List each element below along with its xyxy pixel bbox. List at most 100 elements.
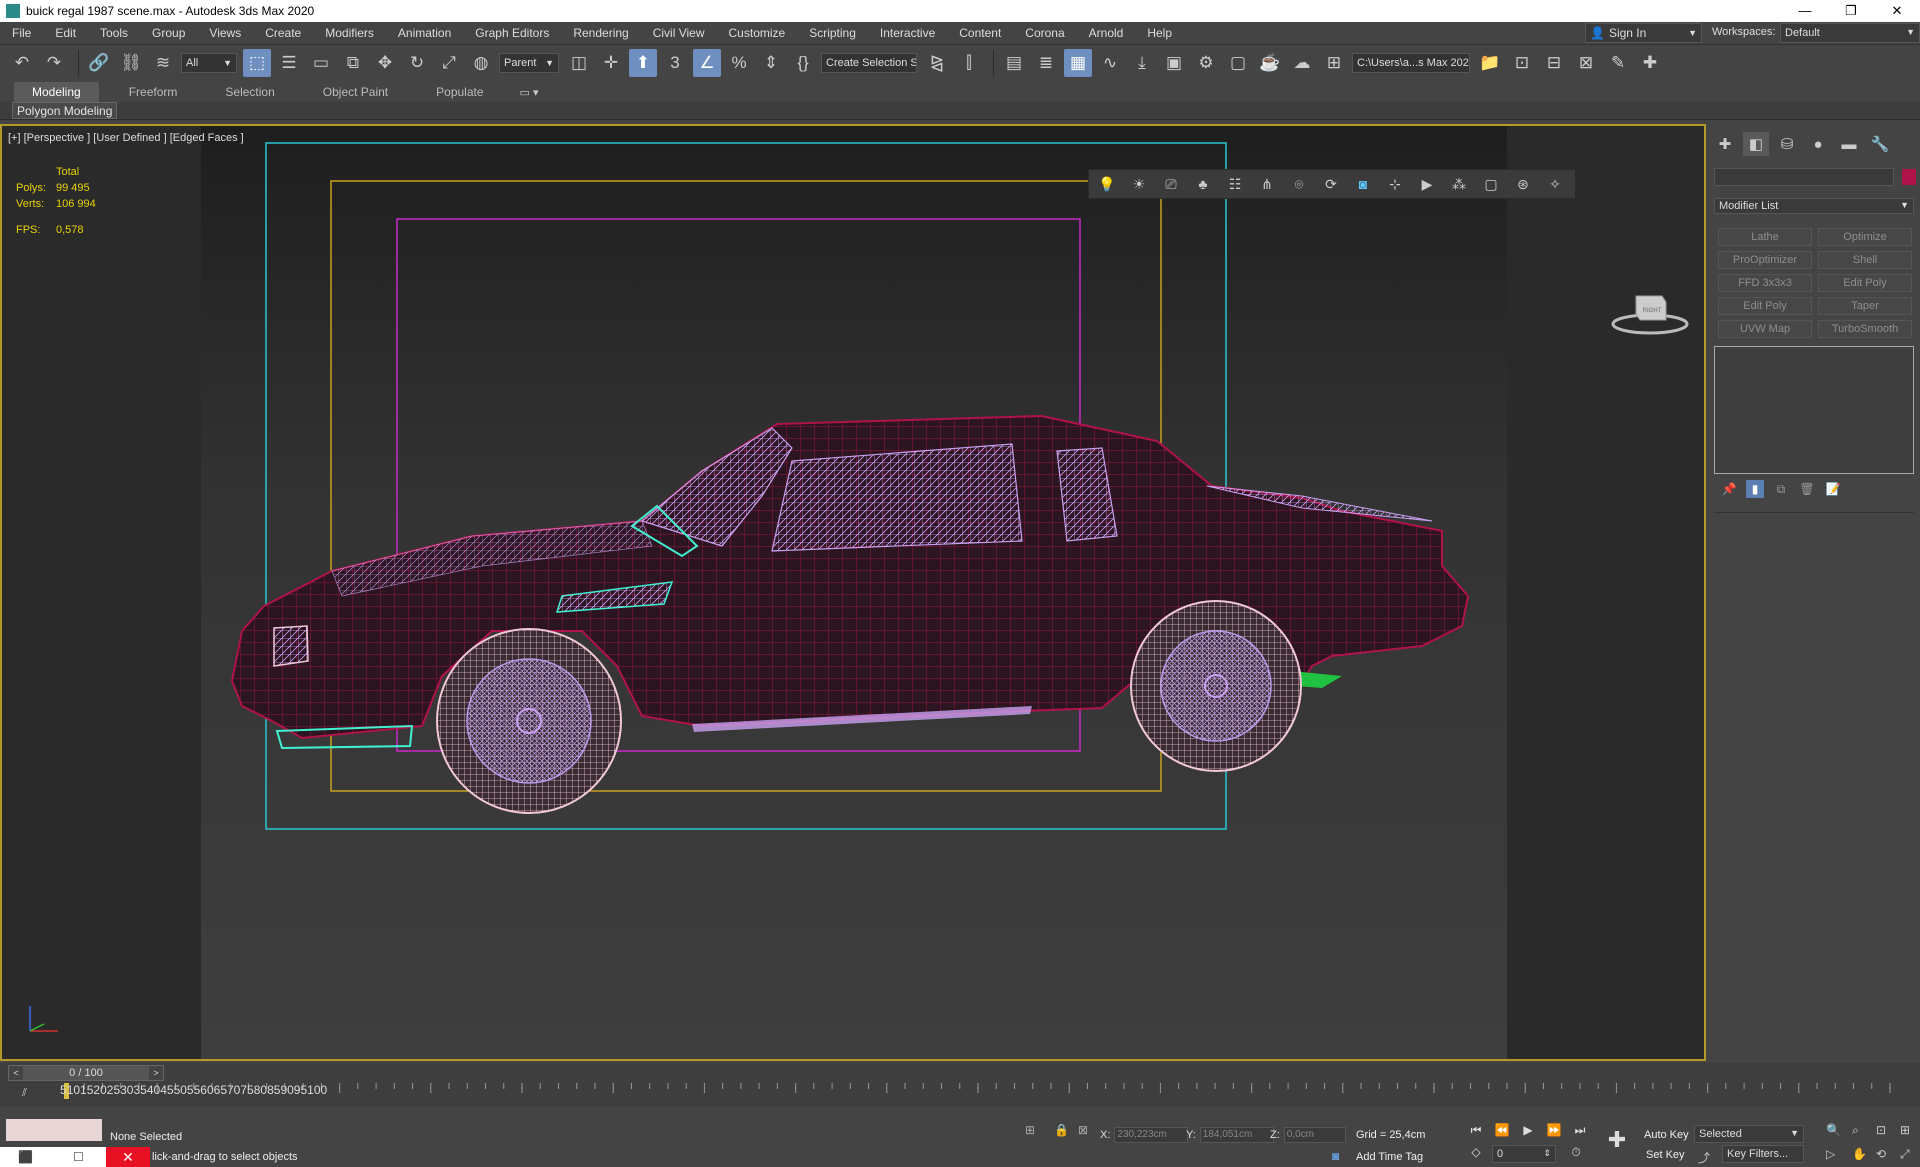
ribbon-tab-freeform[interactable]: Freeform bbox=[111, 82, 196, 102]
maximize-button[interactable]: ❐ bbox=[1828, 3, 1874, 19]
modifier-button-edit-poly[interactable]: Edit Poly bbox=[1718, 297, 1812, 315]
modifier-button-uvw-map[interactable]: UVW Map bbox=[1718, 320, 1812, 338]
lightbulb-toggle-icon[interactable]: ✧ bbox=[1543, 172, 1567, 196]
object-color-swatch[interactable] bbox=[1902, 169, 1916, 185]
window-crossing-icon[interactable]: ⧉ bbox=[339, 49, 367, 77]
angle-snap-icon[interactable]: ∠ bbox=[693, 48, 721, 77]
select-and-move-icon[interactable]: ✥ bbox=[371, 49, 399, 77]
add-icon[interactable]: ✚ bbox=[1636, 49, 1664, 77]
x-value[interactable]: 230,223cm bbox=[1114, 1127, 1189, 1143]
zoom-extents-icon[interactable]: ⊡ bbox=[1876, 1123, 1886, 1137]
current-frame-field[interactable]: 0 ⇕ bbox=[1492, 1145, 1556, 1163]
select-and-rotate-icon[interactable]: ↻ bbox=[403, 49, 431, 77]
time-tag-icon[interactable]: ◙ bbox=[1332, 1149, 1339, 1163]
go-to-end-icon[interactable]: ⏭ bbox=[1570, 1123, 1590, 1141]
menu-modifiers[interactable]: Modifiers bbox=[313, 26, 386, 40]
modifier-button-shell[interactable]: Shell bbox=[1818, 251, 1912, 269]
pivot-center-icon[interactable]: ◫ bbox=[565, 49, 593, 77]
camera-icon[interactable]: ⎚ bbox=[1159, 172, 1183, 196]
edit-named-selection-icon[interactable]: {} bbox=[789, 49, 817, 77]
polygon-modeling-tab[interactable]: Polygon Modeling bbox=[12, 102, 118, 119]
sign-in-dropdown[interactable]: 👤 Sign In ▼ bbox=[1585, 23, 1702, 43]
minimize-button[interactable]: — bbox=[1782, 3, 1828, 19]
perspective-viewport[interactable]: [+] [Perspective ] [User Defined ] [Edge… bbox=[0, 124, 1706, 1061]
undo-icon[interactable]: ↶ bbox=[8, 49, 36, 77]
ribbon-toggle-icon[interactable]: ▦ bbox=[1064, 48, 1092, 77]
snaps-toggle-icon[interactable]: 3 bbox=[661, 49, 689, 77]
ribbon-tab-object-paint[interactable]: Object Paint bbox=[305, 82, 406, 102]
menu-rendering[interactable]: Rendering bbox=[561, 26, 640, 40]
open-container-icon[interactable]: ⊟ bbox=[1540, 49, 1568, 77]
default-in-out-tangent-icon[interactable]: ⤴ bbox=[1698, 1149, 1710, 1166]
modify-tab-icon[interactable]: ◧ bbox=[1743, 132, 1769, 156]
rotate-icon[interactable]: ⟳ bbox=[1319, 172, 1343, 196]
brush-icon[interactable]: ✎ bbox=[1604, 49, 1632, 77]
menu-corona[interactable]: Corona bbox=[1013, 26, 1076, 40]
modifier-button-prooptimizer[interactable]: ProOptimizer bbox=[1718, 251, 1812, 269]
field-of-view-icon[interactable]: ▷ bbox=[1826, 1147, 1835, 1161]
select-manipulate-icon[interactable]: ✛ bbox=[597, 49, 625, 77]
select-and-scale-icon[interactable]: ⤢ bbox=[435, 49, 463, 77]
save-container-icon[interactable]: ⊠ bbox=[1572, 49, 1600, 77]
maximize-viewport-icon[interactable]: ⤢ bbox=[1900, 1147, 1910, 1162]
helper-icon[interactable]: ⌾ bbox=[1287, 172, 1311, 196]
layer-explorer-icon[interactable]: ≣ bbox=[1032, 49, 1060, 77]
modifier-stack[interactable] bbox=[1714, 346, 1914, 474]
key-filters-button[interactable]: Key Filters... bbox=[1722, 1145, 1804, 1163]
light-bulb-icon[interactable]: 💡 bbox=[1095, 172, 1119, 196]
render-grid-icon[interactable]: ⊞ bbox=[1320, 49, 1348, 77]
key-mode-dropdown[interactable]: Selected ▼ bbox=[1694, 1125, 1804, 1143]
menu-customize[interactable]: Customize bbox=[717, 26, 798, 40]
mirror-icon[interactable]: ⧎ bbox=[923, 49, 951, 77]
menu-animation[interactable]: Animation bbox=[386, 26, 463, 40]
configure-modifier-sets-icon[interactable]: 📝 bbox=[1824, 480, 1842, 498]
curve-editor-icon[interactable]: ∿ bbox=[1096, 49, 1124, 77]
frame-icon[interactable]: ◙ bbox=[1351, 172, 1375, 196]
ribbon-tab-modeling[interactable]: Modeling bbox=[14, 82, 99, 102]
redo-icon[interactable]: ↷ bbox=[40, 49, 68, 77]
hierarchy-tab-icon[interactable]: ⛁ bbox=[1774, 132, 1800, 156]
key-mode-toggle-icon[interactable]: ◇ bbox=[1466, 1145, 1486, 1163]
utilities-tab-icon[interactable]: 🔧 bbox=[1867, 132, 1893, 156]
absolute-mode-icon[interactable]: ⊠ bbox=[1078, 1123, 1088, 1137]
selection-lock-icon[interactable]: 🔒 bbox=[1054, 1123, 1069, 1137]
modifier-button-turbosmooth[interactable]: TurboSmooth bbox=[1818, 320, 1912, 338]
pin-stack-icon[interactable]: 📌 bbox=[1720, 480, 1738, 498]
isolate-selection-icon[interactable]: ⊞ bbox=[1025, 1123, 1035, 1137]
select-and-place-icon[interactable]: ◍ bbox=[467, 49, 495, 77]
align-icon[interactable]: ⫿ bbox=[955, 49, 983, 77]
scene-explorer-icon[interactable]: ▤ bbox=[1000, 49, 1028, 77]
auto-key-button[interactable]: Auto Key bbox=[1644, 1129, 1689, 1141]
maxscript-listener[interactable] bbox=[6, 1119, 102, 1141]
pan-icon[interactable]: ✋ bbox=[1852, 1147, 1867, 1161]
workspace-select[interactable]: Default ▼ bbox=[1780, 23, 1920, 43]
select-by-name-icon[interactable]: ☰ bbox=[275, 49, 303, 77]
go-to-start-icon[interactable]: ⏮ bbox=[1466, 1123, 1486, 1141]
time-slider[interactable]: < 0 / 100 > bbox=[8, 1065, 164, 1081]
z-value[interactable]: 0,0cm bbox=[1283, 1127, 1346, 1143]
sun-icon[interactable]: ☀ bbox=[1127, 172, 1151, 196]
menu-views[interactable]: Views bbox=[197, 26, 253, 40]
ribbon-tab-populate[interactable]: Populate bbox=[418, 82, 501, 102]
menu-interactive[interactable]: Interactive bbox=[868, 26, 947, 40]
rectangular-selection-icon[interactable]: ▭ bbox=[307, 49, 335, 77]
schematic-view-icon[interactable]: ⤓ bbox=[1128, 49, 1156, 77]
render-production-icon[interactable]: ☕ bbox=[1256, 49, 1284, 77]
restore-icon[interactable]: ☐ bbox=[73, 1150, 84, 1164]
menu-tools[interactable]: Tools bbox=[88, 26, 140, 40]
selection-filter-dropdown[interactable]: All ▼ bbox=[181, 52, 237, 73]
show-end-result-icon[interactable]: ▮ bbox=[1746, 480, 1764, 498]
keyboard-shortcut-override-icon[interactable]: ⬆ bbox=[629, 48, 657, 77]
link-icon[interactable]: 🔗 bbox=[85, 49, 113, 77]
list-icon[interactable]: ☷ bbox=[1223, 172, 1247, 196]
menu-arnold[interactable]: Arnold bbox=[1077, 26, 1136, 40]
timeline-mini-curve-icon[interactable]: ⫽ bbox=[22, 1087, 27, 1100]
menu-group[interactable]: Group bbox=[140, 26, 197, 40]
render-region-icon[interactable]: ▶ bbox=[1415, 172, 1439, 196]
close-button[interactable]: ✕ bbox=[1874, 3, 1920, 19]
menu-edit[interactable]: Edit bbox=[43, 26, 88, 40]
zoom-all-icon[interactable]: ⌕ bbox=[1852, 1123, 1859, 1138]
render-in-cloud-icon[interactable]: ☁ bbox=[1288, 49, 1316, 77]
menu-scripting[interactable]: Scripting bbox=[797, 26, 868, 40]
modifier-list-dropdown[interactable]: Modifier List ▼ bbox=[1714, 198, 1914, 214]
